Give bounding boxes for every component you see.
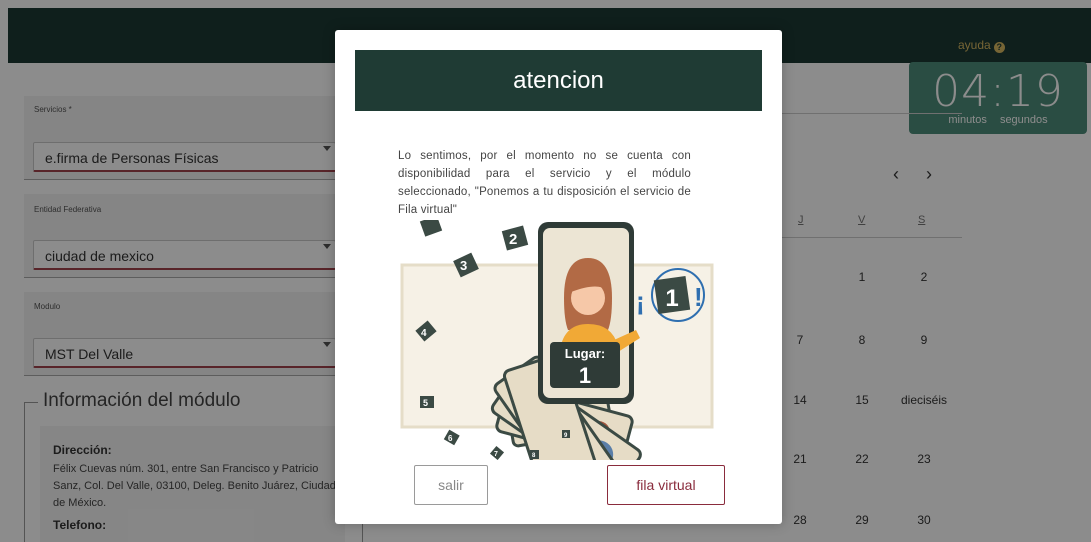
svg-text:!: ! [694,282,703,312]
card-number: 7 [494,451,498,458]
virtual-queue-illustration: 3 2 4 5 6 7 8 9 Lugar: 1 ¡ 1 ! [400,220,714,460]
card-number: 3 [460,258,467,273]
attention-dialog: atencion Lo sentimos, por el momento no … [335,30,782,524]
svg-text:¡: ¡ [636,286,645,316]
salir-button[interactable]: salir [414,465,488,505]
card-number: 2 [509,231,517,248]
badge-number: 1 [665,285,678,312]
place-label: Lugar: [565,346,605,361]
card-number: 5 [423,398,428,408]
dialog-title: atencion [355,50,762,111]
dialog-message: Lo sentimos, por el momento no se cuenta… [398,150,691,216]
place-number: 1 [579,363,591,388]
card-number: 4 [421,328,427,339]
fila-virtual-button[interactable]: fila virtual [607,465,725,505]
card-number: 6 [448,434,453,443]
phone-front: Lugar: 1 [538,222,640,404]
